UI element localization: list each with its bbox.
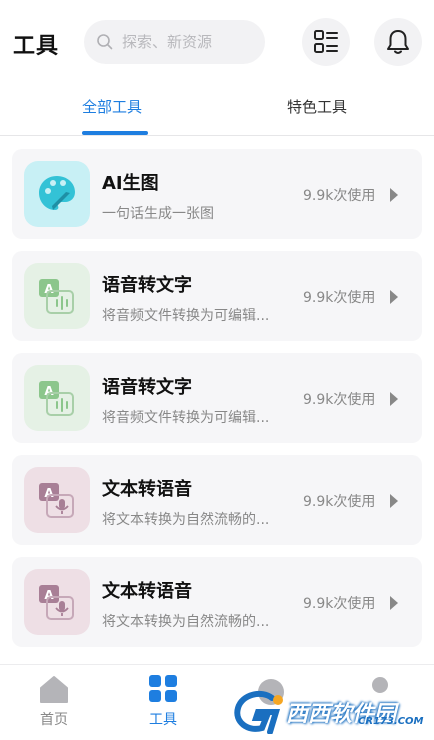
tool-description: 将音频文件转换为可编辑...: [102, 410, 270, 426]
tool-card-speech-to-text[interactable]: A 语音转文字 将音频文件转换为可编辑... 9.9k次使用: [12, 353, 422, 443]
list-icon: [314, 30, 338, 53]
svg-text:A: A: [44, 384, 54, 398]
tool-title: 文本转语音: [102, 479, 192, 500]
chevron-right-icon: [390, 596, 398, 610]
tab-bar: 全部工具 特色工具: [0, 84, 434, 136]
tool-card-ai-image[interactable]: AI生图 一句话生成一张图 9.9k次使用: [12, 149, 422, 239]
tool-description: 将文本转换为自然流畅的...: [102, 614, 270, 630]
nav-item-tools[interactable]: 工具: [133, 675, 193, 729]
search-input[interactable]: [122, 33, 252, 51]
tool-usage-count: 9.9k次使用: [303, 596, 376, 612]
tool-usage-count: 9.9k次使用: [303, 290, 376, 306]
tool-description: 一句话生成一张图: [102, 206, 214, 222]
home-icon: [40, 676, 68, 703]
tool-usage-count: 9.9k次使用: [303, 494, 376, 510]
text-to-speech-icon: A: [24, 569, 90, 635]
search-icon: [97, 34, 113, 50]
watermark-logo-icon: [234, 690, 283, 734]
tool-title: AI生图: [102, 173, 159, 194]
tool-description: 将音频文件转换为可编辑...: [102, 308, 270, 324]
watermark-sub: CR173.COM: [358, 716, 424, 727]
tool-usage-count: 9.9k次使用: [303, 392, 376, 408]
page-title: 工具: [13, 34, 60, 59]
grid-icon: [149, 675, 177, 702]
nav-label: 工具: [149, 712, 177, 728]
tool-card-text-to-speech[interactable]: A 文本转语音 将文本转换为自然流畅的... 9.9k次使用: [12, 557, 422, 647]
chevron-right-icon: [390, 290, 398, 304]
list-button[interactable]: [302, 18, 350, 66]
header: 工具: [0, 0, 434, 84]
watermark: 西西软件园 CR173.COM: [232, 690, 424, 734]
speech-to-text-icon: A: [24, 263, 90, 329]
tool-title: 语音转文字: [102, 377, 192, 398]
bell-icon: [387, 30, 409, 54]
tool-usage-count: 9.9k次使用: [303, 188, 376, 204]
svg-text:A: A: [44, 486, 54, 500]
tool-description: 将文本转换为自然流畅的...: [102, 512, 270, 528]
chevron-right-icon: [390, 188, 398, 202]
chevron-right-icon: [390, 494, 398, 508]
nav-item-home[interactable]: 首页: [24, 675, 84, 729]
active-tab-indicator: [82, 131, 148, 135]
svg-text:A: A: [44, 588, 54, 602]
tab-featured-tools[interactable]: 特色工具: [287, 96, 347, 117]
speech-to-text-icon: A: [24, 365, 90, 431]
notification-button[interactable]: [374, 18, 422, 66]
svg-text:A: A: [44, 282, 54, 296]
tool-card-text-to-speech[interactable]: A 文本转语音 将文本转换为自然流畅的... 9.9k次使用: [12, 455, 422, 545]
nav-label: 首页: [40, 712, 68, 728]
tab-all-tools[interactable]: 全部工具: [82, 96, 142, 117]
tool-title: 文本转语音: [102, 581, 192, 602]
tool-title: 语音转文字: [102, 275, 192, 296]
search-box[interactable]: [84, 20, 265, 64]
chevron-right-icon: [390, 392, 398, 406]
palette-icon: [24, 161, 90, 227]
text-to-speech-icon: A: [24, 467, 90, 533]
tool-card-speech-to-text[interactable]: A 语音转文字 将音频文件转换为可编辑... 9.9k次使用: [12, 251, 422, 341]
